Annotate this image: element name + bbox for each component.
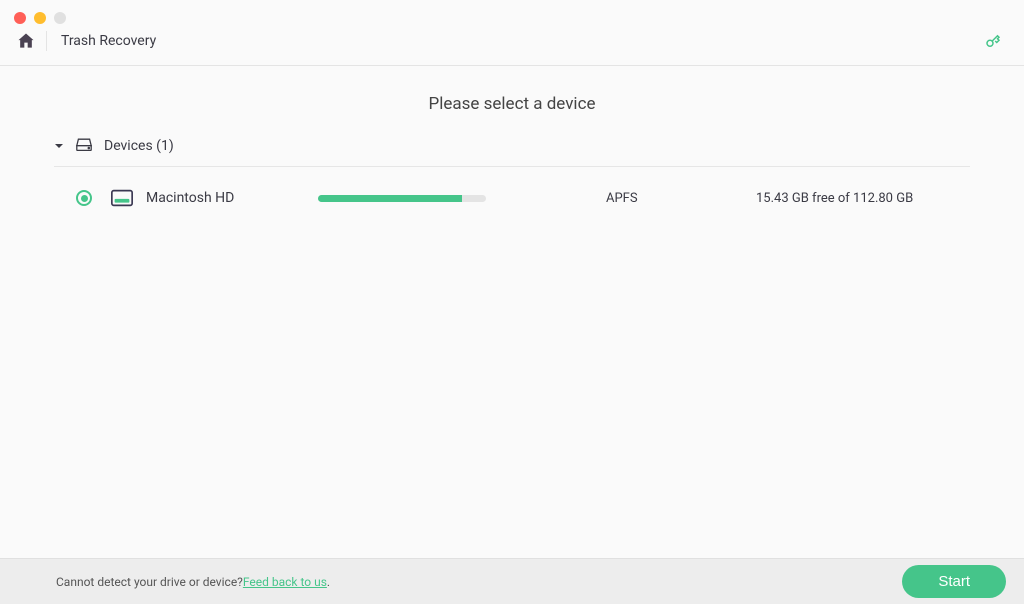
device-row[interactable]: Macintosh HD APFS 15.43 GB free of 112.8… — [54, 167, 970, 209]
footer-dot: . — [327, 575, 330, 589]
drive-group-icon — [74, 136, 94, 156]
window-close-button[interactable] — [14, 12, 26, 24]
home-icon[interactable] — [16, 31, 36, 51]
devices-section-header[interactable]: Devices (1) — [54, 136, 970, 167]
main-content: Please select a device Devices (1) Mac — [0, 66, 1024, 209]
page-title: Trash Recovery — [61, 33, 156, 49]
footer-bar: Cannot detect your drive or device? Feed… — [0, 558, 1024, 604]
select-device-prompt: Please select a device — [54, 94, 970, 114]
window-minimize-button[interactable] — [34, 12, 46, 24]
radio-selected-icon — [81, 195, 88, 202]
header-bar: Trash Recovery — [0, 28, 1024, 66]
header-divider — [46, 31, 47, 51]
device-format: APFS — [606, 191, 756, 206]
key-icon[interactable] — [984, 32, 1002, 50]
devices-section-label: Devices (1) — [104, 138, 174, 154]
start-button[interactable]: Start — [902, 565, 1006, 598]
feedback-link[interactable]: Feed back to us — [243, 575, 327, 589]
window-maximize-button[interactable] — [54, 12, 66, 24]
device-free-text: 15.43 GB free of 112.80 GB — [756, 191, 913, 206]
footer-detect-text: Cannot detect your drive or device? — [56, 575, 243, 589]
chevron-down-icon — [54, 141, 64, 151]
usage-bar — [318, 195, 486, 202]
device-radio[interactable] — [76, 190, 92, 206]
hard-drive-icon — [110, 187, 134, 209]
device-name: Macintosh HD — [146, 190, 318, 206]
usage-bar-fill — [318, 195, 462, 202]
